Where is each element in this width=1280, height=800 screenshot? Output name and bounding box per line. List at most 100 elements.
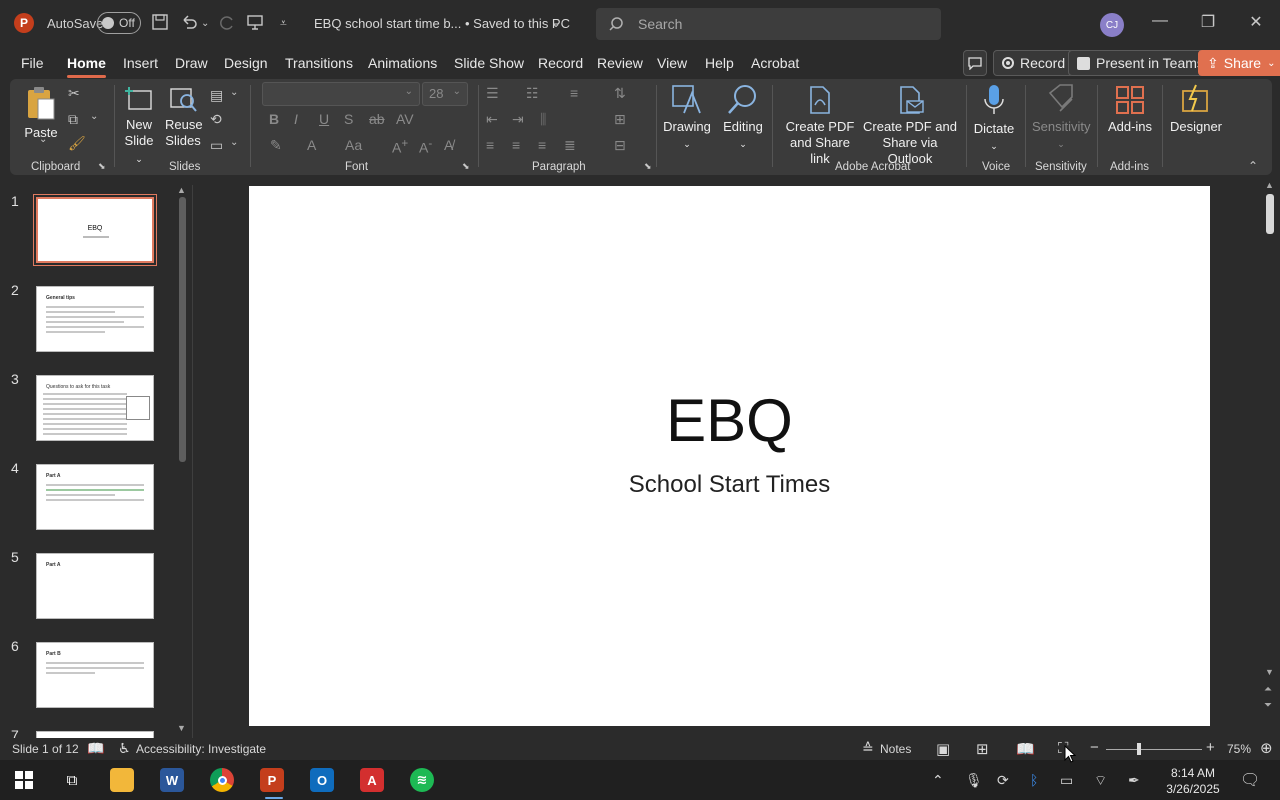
tab-record[interactable]: Record [538, 55, 583, 71]
dictate-button[interactable]: Dictate ⌄ [972, 83, 1016, 154]
tab-slide-show[interactable]: Slide Show [454, 55, 524, 71]
tab-transitions[interactable]: Transitions [285, 55, 353, 71]
highlight-icon[interactable]: ✎ [270, 137, 282, 154]
align-left-icon[interactable]: ≡ [486, 137, 494, 153]
undo-icon[interactable] [180, 13, 198, 36]
share-button[interactable]: ⇪ Share ⌄ [1198, 50, 1280, 76]
zoom-slider-track[interactable] [1106, 749, 1202, 750]
acrobat-icon[interactable]: A [360, 768, 384, 792]
document-title[interactable]: EBQ school start time b... • Saved to th… [314, 16, 570, 31]
scroll-up-icon[interactable]: ▲ [177, 185, 186, 195]
character-spacing-icon[interactable]: AV [396, 111, 414, 127]
slide-title[interactable]: EBQ [249, 386, 1210, 455]
reset-icon[interactable]: ⟲ [210, 111, 222, 128]
meet-now-icon[interactable]: ⟳ [997, 772, 1009, 789]
zoom-out-icon[interactable]: − [1090, 739, 1099, 756]
tab-home[interactable]: Home [67, 55, 106, 78]
cut-icon[interactable]: ✂ [68, 85, 80, 102]
layout-icon[interactable]: ▤ [210, 87, 223, 104]
clock[interactable]: 8:14 AM 3/26/2025 [1162, 765, 1224, 797]
section-icon[interactable]: ▭ [210, 137, 223, 154]
notes-button[interactable]: Notes [880, 742, 911, 756]
slide-thumbnail-4[interactable]: Part A [36, 464, 154, 530]
show-hidden-icons-icon[interactable]: ⌃ [932, 772, 944, 789]
tab-animations[interactable]: Animations [368, 55, 437, 71]
restore-icon[interactable]: ❐ [1196, 12, 1220, 32]
tab-view[interactable]: View [657, 55, 687, 71]
file-explorer-icon[interactable] [110, 768, 134, 792]
increase-font-icon[interactable]: A+ [392, 137, 408, 156]
customize-toolbar-icon[interactable]: ⩡ [280, 16, 287, 31]
task-view-icon[interactable]: ⧉ [60, 768, 84, 792]
paste-button[interactable]: Paste [24, 85, 58, 141]
battery-icon[interactable]: ▭ [1060, 772, 1073, 789]
zoom-slider-thumb[interactable] [1137, 743, 1141, 755]
smartart-icon[interactable]: ⊟ [614, 137, 626, 154]
present-in-teams-button[interactable]: Present in Teams [1068, 50, 1213, 76]
clipboard-launcher-icon[interactable]: ⬊ [98, 161, 106, 172]
slide-sorter-icon[interactable]: ⊞ [976, 740, 989, 758]
chrome-icon[interactable] [210, 768, 234, 792]
columns-icon[interactable]: ⫼ [540, 111, 546, 128]
slide-thumbnail-6[interactable]: Part B [36, 642, 154, 708]
section-dropdown-icon[interactable]: ⌄ [230, 137, 238, 148]
tab-help[interactable]: Help [705, 55, 734, 71]
zoom-level[interactable]: 75% [1227, 742, 1251, 756]
paste-dropdown-icon[interactable]: ⌄ [39, 134, 47, 145]
strikethrough-icon[interactable]: ab [369, 111, 385, 127]
tab-file[interactable]: File [21, 55, 44, 71]
slide-canvas[interactable]: EBQ School Start Times [249, 186, 1210, 726]
tab-insert[interactable]: Insert [123, 55, 158, 71]
bold-icon[interactable]: B [269, 111, 279, 127]
designer-button[interactable]: Designer [1168, 83, 1224, 135]
editor-scroll-up-icon[interactable]: ▲ [1265, 180, 1274, 190]
outlook-icon[interactable]: O [310, 768, 334, 792]
title-dropdown-icon[interactable]: ⌄ [551, 16, 561, 30]
word-icon[interactable]: W [160, 768, 184, 792]
undo-dropdown-icon[interactable]: ⌄ [201, 18, 209, 29]
collapse-ribbon-icon[interactable]: ⌃ [1248, 159, 1258, 173]
copy-dropdown-icon[interactable]: ⌄ [90, 111, 98, 122]
decrease-indent-icon[interactable]: ⇤ [486, 111, 498, 128]
pane-divider[interactable] [192, 185, 193, 738]
record-button[interactable]: Record [993, 50, 1075, 76]
sensitivity-button[interactable]: Sensitivity ⌄ [1032, 83, 1091, 152]
minimize-icon[interactable]: — [1148, 12, 1172, 30]
copy-icon[interactable]: ⧉ [68, 111, 78, 128]
fit-to-window-icon[interactable]: ⊕ [1260, 739, 1273, 757]
tab-design[interactable]: Design [224, 55, 268, 71]
tab-review[interactable]: Review [597, 55, 643, 71]
font-size-field[interactable]: 28 ⌄ [422, 82, 468, 106]
autosave-toggle[interactable]: Off [97, 12, 141, 34]
slide-thumbnail-7[interactable] [36, 731, 154, 738]
slide-thumbnail-2[interactable]: General tips [36, 286, 154, 352]
italic-icon[interactable]: I [294, 111, 298, 127]
create-pdf-share-link-button[interactable]: Create PDF and Share link [779, 85, 861, 167]
align-text-icon[interactable]: ⊞ [614, 111, 626, 128]
add-ins-button[interactable]: Add-ins [1104, 85, 1156, 135]
accessibility-status[interactable]: Accessibility: Investigate [136, 742, 266, 756]
font-name-field[interactable]: ⌄ [262, 82, 420, 106]
reuse-slides-button[interactable]: Reuse Slides [165, 85, 203, 149]
bullets-icon[interactable]: ☰ [486, 85, 499, 102]
search-input[interactable] [638, 16, 918, 32]
start-windows-icon[interactable] [12, 768, 36, 792]
notifications-icon[interactable]: 🗨 [1240, 770, 1260, 790]
clear-formatting-icon[interactable]: A̸ [444, 137, 453, 153]
drawing-button[interactable]: Drawing ⌄ [662, 83, 712, 152]
text-direction-icon[interactable]: ⇅ [614, 85, 626, 102]
tab-draw[interactable]: Draw [175, 55, 208, 71]
change-case-icon[interactable]: Aa [345, 137, 362, 153]
powerpoint-icon[interactable]: P [260, 768, 284, 792]
close-icon[interactable]: ✕ [1244, 12, 1268, 32]
align-right-icon[interactable]: ≡ [538, 137, 546, 153]
numbering-icon[interactable]: ☷ [526, 85, 539, 102]
notes-icon[interactable]: ≙ [862, 740, 874, 757]
slide-thumbnail-5[interactable]: Part A [36, 553, 154, 619]
justify-icon[interactable]: ≣ [564, 137, 576, 154]
spelling-check-icon[interactable]: 📖 [87, 740, 104, 757]
previous-slide-icon[interactable]: ⏶ [1264, 684, 1272, 695]
increase-indent-icon[interactable]: ⇥ [512, 111, 524, 128]
slide-thumbnail-3[interactable]: Questions to ask for this task [36, 375, 154, 441]
editor-scroll-down-icon[interactable]: ▼ [1265, 667, 1274, 677]
